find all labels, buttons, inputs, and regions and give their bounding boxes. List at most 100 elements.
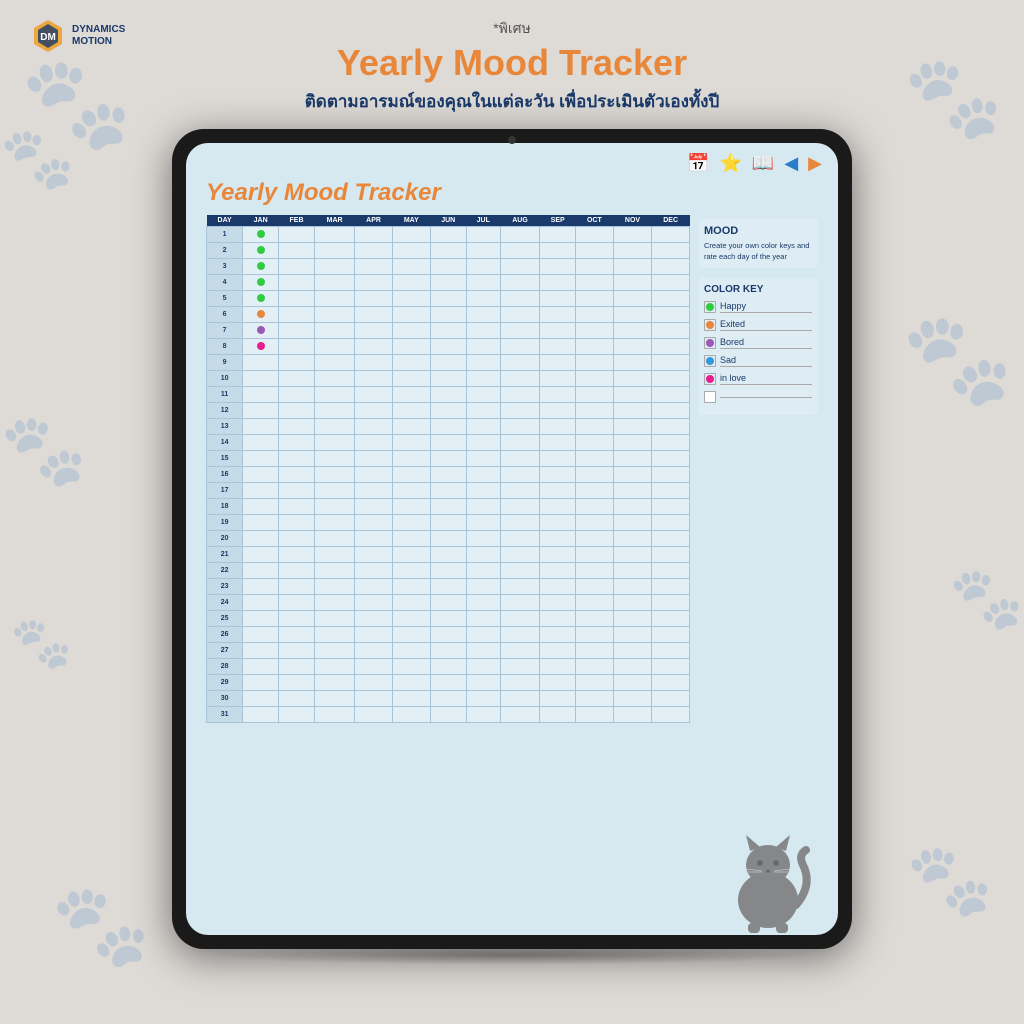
cell-12-apr[interactable]: [355, 403, 393, 419]
cell-21-nov[interactable]: [613, 547, 652, 563]
cell-9-oct[interactable]: [576, 355, 614, 371]
cell-10-aug[interactable]: [500, 371, 539, 387]
cell-31-apr[interactable]: [355, 707, 393, 723]
cell-20-apr[interactable]: [355, 531, 393, 547]
cell-31-aug[interactable]: [500, 707, 539, 723]
cell-13-nov[interactable]: [613, 419, 652, 435]
cell-25-feb[interactable]: [279, 611, 315, 627]
cell-2-nov[interactable]: [613, 243, 652, 259]
book-icon[interactable]: 📖: [752, 153, 774, 174]
cell-30-dec[interactable]: [652, 691, 690, 707]
cell-18-jul[interactable]: [466, 499, 500, 515]
cell-2-jun[interactable]: [430, 243, 466, 259]
cell-23-feb[interactable]: [279, 579, 315, 595]
cell-24-may[interactable]: [392, 595, 430, 611]
table-row[interactable]: 25: [207, 611, 690, 627]
cell-14-jun[interactable]: [430, 435, 466, 451]
cell-12-mar[interactable]: [314, 403, 354, 419]
cell-25-may[interactable]: [392, 611, 430, 627]
table-row[interactable]: 16: [207, 467, 690, 483]
cell-7-oct[interactable]: [576, 323, 614, 339]
cell-5-apr[interactable]: [355, 291, 393, 307]
cell-13-mar[interactable]: [314, 419, 354, 435]
cell-17-aug[interactable]: [500, 483, 539, 499]
cell-22-aug[interactable]: [500, 563, 539, 579]
cell-28-jun[interactable]: [430, 659, 466, 675]
cell-22-feb[interactable]: [279, 563, 315, 579]
cell-4-jun[interactable]: [430, 275, 466, 291]
cell-10-may[interactable]: [392, 371, 430, 387]
cell-31-sep[interactable]: [540, 707, 576, 723]
cell-30-jun[interactable]: [430, 691, 466, 707]
cell-19-nov[interactable]: [613, 515, 652, 531]
cell-21-aug[interactable]: [500, 547, 539, 563]
cell-3-sep[interactable]: [540, 259, 576, 275]
cell-11-may[interactable]: [392, 387, 430, 403]
cell-9-aug[interactable]: [500, 355, 539, 371]
cell-17-dec[interactable]: [652, 483, 690, 499]
cell-13-jul[interactable]: [466, 419, 500, 435]
cell-16-dec[interactable]: [652, 467, 690, 483]
cell-28-feb[interactable]: [279, 659, 315, 675]
table-row[interactable]: 28: [207, 659, 690, 675]
cell-18-feb[interactable]: [279, 499, 315, 515]
cell-31-nov[interactable]: [613, 707, 652, 723]
cell-16-jun[interactable]: [430, 467, 466, 483]
cell-16-jul[interactable]: [466, 467, 500, 483]
cell-28-jan[interactable]: [243, 659, 279, 675]
cell-10-feb[interactable]: [279, 371, 315, 387]
cell-23-jun[interactable]: [430, 579, 466, 595]
cell-27-jun[interactable]: [430, 643, 466, 659]
cell-20-sep[interactable]: [540, 531, 576, 547]
cell-27-aug[interactable]: [500, 643, 539, 659]
cell-11-jun[interactable]: [430, 387, 466, 403]
cell-20-nov[interactable]: [613, 531, 652, 547]
cell-26-may[interactable]: [392, 627, 430, 643]
table-row[interactable]: 4: [207, 275, 690, 291]
cell-28-mar[interactable]: [314, 659, 354, 675]
cell-6-feb[interactable]: [279, 307, 315, 323]
cell-3-nov[interactable]: [613, 259, 652, 275]
cell-22-apr[interactable]: [355, 563, 393, 579]
cell-23-aug[interactable]: [500, 579, 539, 595]
cell-6-sep[interactable]: [540, 307, 576, 323]
cell-19-jul[interactable]: [466, 515, 500, 531]
table-row[interactable]: 30: [207, 691, 690, 707]
cell-16-apr[interactable]: [355, 467, 393, 483]
cell-13-feb[interactable]: [279, 419, 315, 435]
cell-4-aug[interactable]: [500, 275, 539, 291]
cell-18-oct[interactable]: [576, 499, 614, 515]
cell-6-aug[interactable]: [500, 307, 539, 323]
cell-1-jan[interactable]: [243, 227, 279, 243]
cell-29-oct[interactable]: [576, 675, 614, 691]
cell-25-jun[interactable]: [430, 611, 466, 627]
cell-27-dec[interactable]: [652, 643, 690, 659]
cell-4-apr[interactable]: [355, 275, 393, 291]
table-row[interactable]: 6: [207, 307, 690, 323]
cell-23-jul[interactable]: [466, 579, 500, 595]
cell-28-apr[interactable]: [355, 659, 393, 675]
cell-2-jan[interactable]: [243, 243, 279, 259]
cell-31-jun[interactable]: [430, 707, 466, 723]
table-row[interactable]: 14: [207, 435, 690, 451]
cell-26-sep[interactable]: [540, 627, 576, 643]
cell-15-mar[interactable]: [314, 451, 354, 467]
cell-24-apr[interactable]: [355, 595, 393, 611]
cell-24-jun[interactable]: [430, 595, 466, 611]
cell-17-may[interactable]: [392, 483, 430, 499]
cell-12-aug[interactable]: [500, 403, 539, 419]
table-row[interactable]: 9: [207, 355, 690, 371]
cell-18-dec[interactable]: [652, 499, 690, 515]
cell-7-may[interactable]: [392, 323, 430, 339]
cell-24-dec[interactable]: [652, 595, 690, 611]
cell-2-feb[interactable]: [279, 243, 315, 259]
cell-17-sep[interactable]: [540, 483, 576, 499]
cell-24-jan[interactable]: [243, 595, 279, 611]
cell-29-aug[interactable]: [500, 675, 539, 691]
cell-9-feb[interactable]: [279, 355, 315, 371]
table-row[interactable]: 7: [207, 323, 690, 339]
cell-30-oct[interactable]: [576, 691, 614, 707]
table-row[interactable]: 2: [207, 243, 690, 259]
cell-11-oct[interactable]: [576, 387, 614, 403]
cell-26-dec[interactable]: [652, 627, 690, 643]
